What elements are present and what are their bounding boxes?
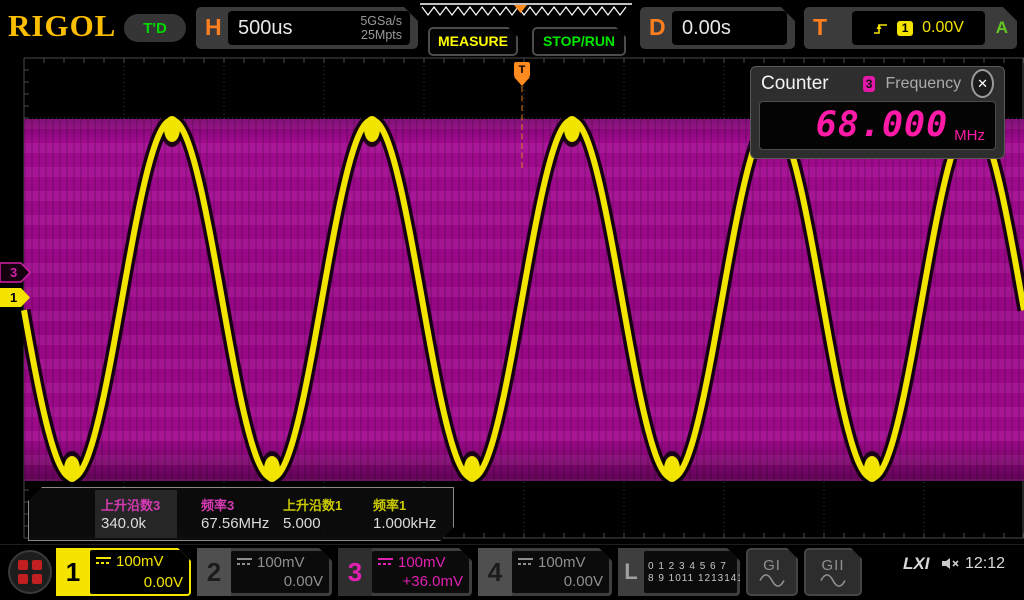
trigger-source-badge: 1 <box>897 21 913 36</box>
t-label: T <box>813 14 827 41</box>
rising-edge-icon <box>873 21 888 35</box>
channel-1-panel: 100mV 0.00V <box>90 550 189 594</box>
ch1-offset-pennant[interactable]: 1 <box>0 287 32 308</box>
logic-row-8-15: 8 9 1011 12131415 <box>648 573 733 584</box>
channel-3-panel: 100mV +36.0mV <box>372 551 469 593</box>
generator-1-label: GI <box>763 557 781 574</box>
dc-coupling-icon <box>518 558 533 567</box>
counter-display: 68.000 MHz <box>759 101 996 150</box>
counter-frequency-unit: MHz <box>954 127 985 149</box>
ch3-offset-pennant[interactable]: 3 <box>0 262 32 283</box>
trigger-inner: 1 0.00V <box>852 11 985 45</box>
timebase-inner: 500us 5GSa/s25Mpts <box>228 11 410 45</box>
trigger-status-badge: T'D <box>124 14 186 42</box>
counter-title: Counter <box>761 73 829 95</box>
channel-3-offset: +36.0mV <box>403 573 463 590</box>
measurement-value: 340.0k <box>101 515 146 532</box>
counter-frequency-value: 68.000 <box>816 108 948 143</box>
dc-coupling-icon <box>378 558 393 567</box>
logic-row-0-7: 0 1 2 3 4 5 6 7 <box>648 561 733 572</box>
channel-2-scale: 100mV <box>257 554 305 571</box>
measurement-label: 上升沿数1 <box>283 495 342 514</box>
channel-2-offset: 0.00V <box>284 573 323 590</box>
channel-4-offset: 0.00V <box>564 573 603 590</box>
ch1-pennant-label: 1 <box>10 290 17 305</box>
dc-coupling-icon <box>96 557 111 566</box>
channel-1-offset: 0.00V <box>144 574 183 591</box>
trigger-level-value: 0.00V <box>922 19 964 37</box>
trigger-position-line <box>521 86 523 168</box>
counter-source-badge: 3 <box>863 76 876 92</box>
channel-4-scale: 100mV <box>538 554 586 571</box>
measurement-value: 1.000kHz <box>373 515 436 532</box>
trigger-position-pointer-icon <box>514 77 530 86</box>
trigger-box[interactable]: T 1 0.00V A <box>804 7 1017 49</box>
channel-1-block[interactable]: 1 100mV 0.00V <box>56 548 191 596</box>
measurement-label: 频率1 <box>373 495 406 514</box>
delay-box[interactable]: D 0.00s <box>640 7 795 49</box>
menu-nav-button[interactable] <box>8 550 52 594</box>
channel-3-tab: 3 <box>338 548 372 596</box>
measurement-value: 5.000 <box>283 515 321 532</box>
lxi-logo: LXI <box>903 554 929 574</box>
sine-icon <box>759 574 785 587</box>
stop-run-button[interactable]: STOP/RUN <box>532 27 626 56</box>
timebase-value: 500us <box>228 17 360 40</box>
channel-4-panel: 100mV 0.00V <box>512 551 609 593</box>
channel-3-scale: 100mV <box>398 554 446 571</box>
bottom-status-bar: 1 100mV 0.00V 2 100mV 0.00V 3 100mV +36.… <box>0 544 1024 600</box>
oscilloscope-screen: RIGOL T'D H 500us 5GSa/s25Mpts MEASURE S… <box>0 0 1024 600</box>
delay-value: 0.00s <box>672 17 787 40</box>
measure-button[interactable]: MEASURE <box>428 27 518 56</box>
delay-inner: 0.00s <box>672 11 787 45</box>
clock-time: 12:12 <box>965 555 1005 573</box>
logic-panel: 0 1 2 3 4 5 6 7 8 9 1011 12131415 <box>644 551 737 593</box>
logic-tab: L <box>618 548 644 596</box>
waveform-display-area[interactable]: T 3 1 Counter 3 Frequency ✕ 68.000 MHz <box>0 56 1024 544</box>
ch3-pennant-label: 3 <box>10 265 17 280</box>
counter-panel: Counter 3 Frequency ✕ 68.000 MHz <box>750 66 1005 159</box>
trigger-position-flag[interactable]: T <box>514 62 530 77</box>
channel-3-block[interactable]: 3 100mV +36.0mV <box>338 548 472 596</box>
generator-2-button[interactable]: GII <box>804 548 862 596</box>
counter-close-button[interactable]: ✕ <box>971 69 994 98</box>
measurement-label: 上升沿数3 <box>101 495 160 514</box>
channel-1-tab: 1 <box>56 548 90 596</box>
counter-mode-label: Frequency <box>885 75 961 93</box>
rigol-logo: RIGOL <box>8 8 116 44</box>
measurement-value: 67.56MHz <box>201 515 269 532</box>
h-label: H <box>205 14 222 41</box>
channel-2-tab: 2 <box>197 548 231 596</box>
sample-rate: 5GSa/s25Mpts <box>360 14 410 42</box>
channel-4-block[interactable]: 4 100mV 0.00V <box>478 548 612 596</box>
sine-icon <box>820 574 846 587</box>
speaker-muted-icon[interactable] <box>941 556 961 571</box>
horizontal-timebase-box[interactable]: H 500us 5GSa/s25Mpts <box>196 7 418 49</box>
nav-dots-icon <box>18 560 42 584</box>
generator-1-button[interactable]: GI <box>746 548 798 596</box>
dc-coupling-icon <box>237 558 252 567</box>
counter-header: Counter 3 Frequency ✕ <box>751 67 1004 100</box>
channel-4-tab: 4 <box>478 548 512 596</box>
channel-2-panel: 100mV 0.00V <box>231 551 329 593</box>
trigger-mode-auto: A <box>996 18 1008 38</box>
measurement-label: 频率3 <box>201 495 234 514</box>
d-label: D <box>649 14 666 41</box>
channel-1-scale: 100mV <box>116 553 164 570</box>
memory-position-strip[interactable] <box>420 3 632 20</box>
generator-2-label: GII <box>821 557 844 574</box>
channel-2-block[interactable]: 2 100mV 0.00V <box>197 548 332 596</box>
logic-channels-block[interactable]: L 0 1 2 3 4 5 6 7 8 9 1011 12131415 <box>618 548 740 596</box>
measurement-panel: 上升沿数3 340.0k 频率3 67.56MHz 上升沿数1 5.000 频率… <box>28 487 454 541</box>
